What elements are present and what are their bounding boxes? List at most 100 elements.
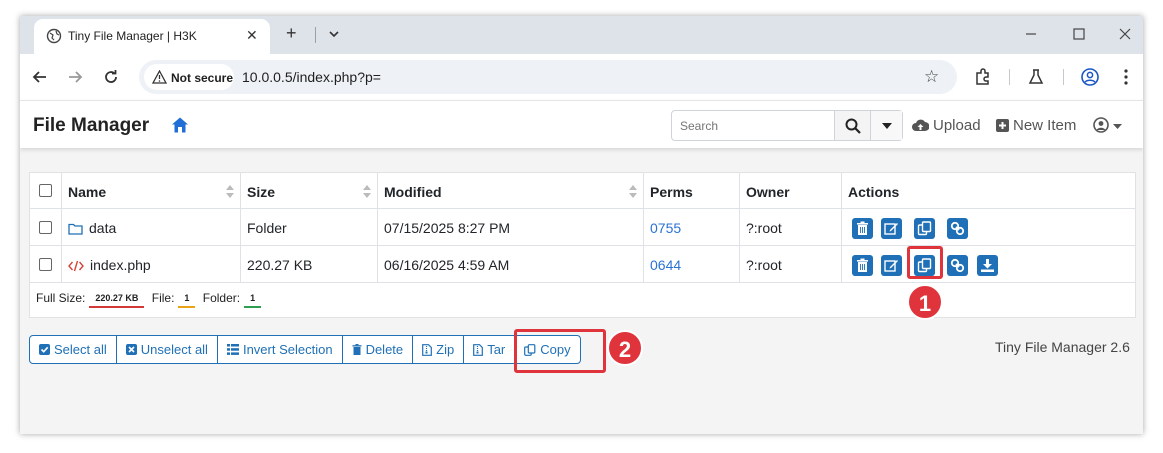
caret-down-icon <box>1113 124 1122 129</box>
url-text: 10.0.0.5/index.php?p= <box>242 69 381 85</box>
chevron-down-icon[interactable] <box>326 26 342 42</box>
minimize-icon[interactable] <box>1020 24 1042 44</box>
edit-icon <box>884 260 898 272</box>
caret-down-icon <box>882 123 892 129</box>
browser-toolbar: Not secure 10.0.0.5/index.php?p= ☆ <box>20 54 1143 100</box>
globe-icon <box>46 28 62 44</box>
new-item-link[interactable]: New Item <box>996 117 1076 134</box>
kebab-menu-icon[interactable] <box>1116 67 1136 87</box>
window-close-icon[interactable] <box>1114 24 1136 44</box>
rename-button[interactable] <box>881 255 902 276</box>
modified-cell: 06/16/2025 4:59 AM <box>378 246 644 282</box>
column-header-owner[interactable]: Owner <box>740 173 842 208</box>
table-row: index.php 220.27 KB 06/16/2025 4:59 AM 0… <box>30 246 1135 283</box>
invert-selection-button[interactable]: Invert Selection <box>218 336 343 363</box>
column-header-perms[interactable]: Perms <box>644 173 740 208</box>
download-button[interactable] <box>977 255 998 276</box>
perms-link[interactable]: 0644 <box>650 257 681 273</box>
name-cell: index.php <box>62 246 241 282</box>
back-arrow-icon[interactable] <box>31 68 49 86</box>
bulk-action-group: Select all Unselect all Invert Selection… <box>29 335 581 364</box>
security-label: Not secure <box>171 71 234 85</box>
folder-summary: Full Size: 220.27 KB File: 1 Folder: 1 <box>36 291 265 308</box>
reload-icon[interactable] <box>102 68 120 86</box>
link-icon <box>950 221 965 236</box>
search-input[interactable] <box>672 111 834 140</box>
sort-icon <box>363 185 371 198</box>
size-cell: Folder <box>241 209 378 245</box>
highlight-box-copy-button <box>514 329 606 373</box>
search-group <box>671 110 903 141</box>
forward-arrow-icon[interactable] <box>66 68 84 86</box>
name-cell: data <box>62 209 241 245</box>
delete-button[interactable] <box>852 255 873 276</box>
list-icon <box>226 344 239 355</box>
unselect-all-button[interactable]: Unselect all <box>117 336 218 363</box>
code-file-icon <box>68 260 84 272</box>
warning-icon <box>152 70 167 84</box>
full-size-badge: 220.27 KB <box>89 291 145 308</box>
zip-button[interactable]: Zip <box>413 336 465 363</box>
edit-icon <box>884 223 898 235</box>
maximize-icon[interactable] <box>1068 24 1090 44</box>
file-table: Name Size Modified Perms Owner Actions d… <box>29 172 1136 318</box>
copy-icon <box>917 221 932 236</box>
app-navbar: File Manager Upload <box>20 100 1143 148</box>
upload-link[interactable]: Upload <box>912 117 981 134</box>
select-all-button[interactable]: Select all <box>30 336 117 363</box>
modified-cell: 07/15/2025 8:27 PM <box>378 209 644 245</box>
column-header-size[interactable]: Size <box>241 173 378 208</box>
address-bar[interactable]: Not secure 10.0.0.5/index.php?p= ☆ <box>139 60 957 94</box>
actions-cell <box>842 209 1135 245</box>
profile-icon[interactable] <box>1080 67 1100 87</box>
browser-tab[interactable]: Tiny File Manager | H3K ✕ <box>34 19 270 54</box>
archive-file-icon <box>473 343 484 356</box>
tab-title: Tiny File Manager | H3K <box>68 29 197 43</box>
table-header: Name Size Modified Perms Owner Actions <box>30 173 1135 209</box>
check-square-icon <box>39 344 50 355</box>
file-link[interactable]: data <box>68 220 116 236</box>
file-link[interactable]: index.php <box>68 257 151 273</box>
row-checkbox[interactable] <box>39 258 52 271</box>
trash-icon <box>857 258 868 272</box>
perms-cell: 0644 <box>644 246 740 282</box>
copy-button[interactable] <box>914 218 935 239</box>
owner-cell: ?:root <box>740 209 842 245</box>
delete-button[interactable] <box>852 218 873 239</box>
new-tab-icon[interactable]: + <box>286 23 297 44</box>
sort-icon <box>226 185 234 198</box>
sort-icon <box>629 185 637 198</box>
search-button[interactable] <box>834 111 870 140</box>
trash-icon <box>857 221 868 235</box>
column-header-name[interactable]: Name <box>62 173 241 208</box>
close-tab-icon[interactable]: ✕ <box>246 27 258 44</box>
search-options-dropdown[interactable] <box>870 111 902 140</box>
archive-file-icon <box>422 343 433 356</box>
step-marker-2: 2 <box>607 330 643 366</box>
home-icon[interactable] <box>171 116 189 134</box>
bookmark-star-icon[interactable]: ☆ <box>924 68 939 86</box>
upload-label: Upload <box>933 117 981 134</box>
bulk-delete-button[interactable]: Delete <box>343 336 414 363</box>
direct-link-button[interactable] <box>947 218 968 239</box>
column-header-modified[interactable]: Modified <box>378 173 644 208</box>
row-checkbox[interactable] <box>39 221 52 234</box>
browser-window: Tiny File Manager | H3K ✕ + Not secure 1… <box>20 16 1143 434</box>
security-chip[interactable]: Not secure <box>144 64 234 90</box>
app-brand[interactable]: File Manager <box>33 115 149 137</box>
size-cell: 220.27 KB <box>241 246 378 282</box>
select-all-checkbox[interactable] <box>39 184 52 197</box>
search-icon <box>845 118 861 134</box>
perms-cell: 0755 <box>644 209 740 245</box>
direct-link-button[interactable] <box>947 255 968 276</box>
perms-link[interactable]: 0755 <box>650 220 681 236</box>
user-menu[interactable] <box>1093 117 1122 135</box>
file-count-badge: 1 <box>178 291 196 308</box>
extensions-icon[interactable] <box>973 67 993 87</box>
plus-square-icon <box>996 119 1009 132</box>
labs-flask-icon[interactable] <box>1026 67 1046 87</box>
rename-button[interactable] <box>881 218 902 239</box>
tar-button[interactable]: Tar <box>464 336 516 363</box>
tabstrip-divider <box>315 27 316 43</box>
step-marker-1: 1 <box>907 284 943 320</box>
